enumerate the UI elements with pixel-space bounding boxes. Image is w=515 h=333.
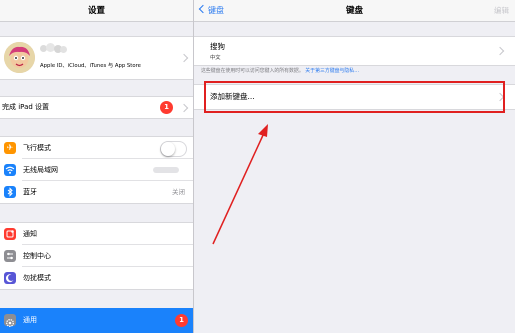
- airplane-mode-toggle[interactable]: [160, 141, 187, 157]
- sidebar-nav-bar: 设置: [0, 0, 193, 22]
- moon-icon: [4, 272, 16, 284]
- control-center-icon: [4, 250, 16, 262]
- bluetooth-status: 关闭: [172, 188, 185, 196]
- wifi-icon: [4, 164, 16, 176]
- annotation-arrow: [212, 124, 268, 245]
- chevron-right-icon: [179, 53, 189, 63]
- bluetooth-label: 蓝牙: [23, 188, 37, 196]
- notifications-row[interactable]: 通知: [0, 223, 193, 245]
- connectivity-group: ✈ 飞行模式 无线局域网 蓝牙 关闭: [0, 136, 193, 204]
- wifi-row[interactable]: 无线局域网: [0, 159, 193, 181]
- do-not-disturb-row[interactable]: 勿扰模式: [0, 267, 193, 289]
- profile-row[interactable]: Apple ID、iCloud、iTunes 与 App Store: [0, 36, 193, 80]
- general-row[interactable]: 通用 1: [0, 308, 193, 333]
- general-label: 通用: [23, 316, 37, 324]
- wifi-network-redacted: [153, 167, 179, 173]
- airplane-icon: ✈: [4, 142, 16, 154]
- bluetooth-icon: [4, 186, 16, 198]
- airplane-mode-row: ✈ 飞行模式: [0, 137, 193, 159]
- profile-name-redacted: [40, 43, 68, 53]
- general-badge: 1: [175, 314, 188, 327]
- bluetooth-row[interactable]: 蓝牙 关闭: [0, 181, 193, 203]
- profile-subtitle: Apple ID、iCloud、iTunes 与 App Store: [40, 63, 141, 69]
- do-not-disturb-label: 勿扰模式: [23, 274, 51, 282]
- control-center-row[interactable]: 控制中心: [0, 245, 193, 267]
- system-group: 通知 控制中心 勿扰模式: [0, 222, 193, 290]
- airplane-mode-label: 飞行模式: [23, 144, 51, 152]
- finish-setup-row[interactable]: 完成 iPad 设置 1: [0, 96, 193, 119]
- finish-setup-label: 完成 iPad 设置: [2, 103, 50, 111]
- notifications-label: 通知: [23, 230, 37, 238]
- control-center-label: 控制中心: [23, 252, 51, 260]
- wifi-label: 无线局域网: [23, 166, 58, 174]
- keyboard-settings-pane: 键盘 键盘 编辑 搜狗 中文 这些键盘在使用时可以访问您键入的所有数据。 关于第…: [194, 0, 515, 333]
- chevron-right-icon: [179, 103, 189, 113]
- gear-icon: [4, 314, 16, 327]
- avatar: [4, 42, 35, 73]
- sidebar-title: 设置: [87, 6, 105, 16]
- setup-badge: 1: [160, 101, 173, 114]
- notifications-icon: [4, 228, 16, 240]
- settings-sidebar: 设置 Apple ID、iCloud、iTunes 与 App Store 完成…: [0, 0, 193, 333]
